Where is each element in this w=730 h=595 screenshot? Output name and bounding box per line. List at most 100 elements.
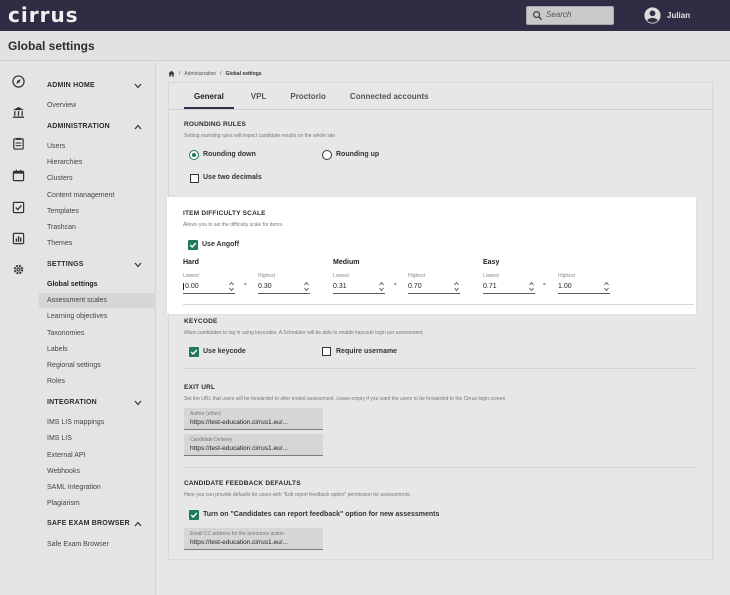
rounding-down-label[interactable]: Rounding down [203,151,256,158]
sidebar-item-users[interactable]: Users [47,143,65,150]
sidebar-item-ims-lis[interactable]: IMS LIS [47,435,72,442]
item-difficulty-panel: ITEM DIFFICULTY SCALE Allows you to set … [167,197,696,314]
checkbox-list-icon[interactable] [12,201,25,214]
user-name[interactable]: Julian [667,11,690,20]
two-decimals-label[interactable]: Use two decimals [203,174,262,181]
medium-lowest-input[interactable]: 0.31 [333,280,385,294]
chart-icon[interactable] [12,232,25,245]
spinner-arrows-icon[interactable] [454,281,459,292]
breadcrumb-separator: / [220,70,222,77]
sidebar-item-labels[interactable]: Labels [47,346,68,353]
easy-lowest-value[interactable]: 0.71 [483,283,497,290]
sidebar-item-hierarchies[interactable]: Hierarchies [47,159,82,166]
sidebar-item-safe-exam-browser[interactable]: Safe Exam Browser [47,541,109,548]
rounding-rules-title: ROUNDING RULES [184,121,247,128]
rounding-up-radio[interactable] [322,150,332,160]
hard-lowest-value[interactable]: 0.00 [183,283,199,290]
rounding-down-radio[interactable] [189,150,199,160]
require-username-checkbox[interactable] [322,347,331,356]
sidebar-item-ims-lis-mappings[interactable]: IMS LIS mappings [47,419,104,426]
use-angoff-label[interactable]: Use Angoff [202,241,239,248]
spinner-arrows-icon[interactable] [304,281,309,292]
sidebar-item-themes[interactable]: Themes [47,240,72,247]
sidebar-section-integration[interactable]: INTEGRATION [47,399,97,406]
user-avatar-icon[interactable] [644,7,661,24]
tab-bar: General VPL Proctorio Connected accounts [184,88,439,109]
tab-general[interactable]: General [184,88,234,109]
tab-connected-accounts[interactable]: Connected accounts [336,88,439,109]
home-icon[interactable] [168,70,175,77]
use-keycode-checkbox[interactable] [189,347,199,357]
sidebar-item-regional-settings[interactable]: Regional settings [47,362,101,369]
sidebar-item-trashcan[interactable]: Trashcan [47,224,76,231]
difficulty-group-easy: Easy [483,259,500,266]
clipboard-icon[interactable] [12,137,25,150]
exit-url-candidate-field[interactable]: Candidate Delivery https://test-educatio… [184,434,323,456]
sidebar-section-settings[interactable]: SETTINGS [47,261,84,268]
feedback-option-checkbox[interactable] [189,510,199,520]
feedback-email-field[interactable]: Email CC address for the announce action… [184,528,323,550]
sidebar-item-assessment-scales[interactable]: Assessment scales [47,297,107,304]
feedback-option-label[interactable]: Turn on "Candidates can report feedback"… [203,511,439,518]
medium-lowest-value[interactable]: 0.31 [333,283,347,290]
tab-divider [169,109,712,110]
rounding-up-label[interactable]: Rounding up [336,151,379,158]
exit-url-author-value[interactable]: https://test-education.cirrus1.eu/... [190,419,288,426]
tab-vpl[interactable]: VPL [234,88,277,109]
sidebar-item-external-api[interactable]: External API [47,452,86,459]
top-bar: cirrus Search Julian [0,0,730,31]
search-input[interactable]: Search [546,10,571,19]
breadcrumb-administration[interactable]: Administration [184,71,216,77]
hard-highest-input[interactable]: 0.30 [258,280,310,294]
institution-icon[interactable] [12,106,25,119]
medium-highest-input[interactable]: 0.70 [408,280,460,294]
hard-highest-value[interactable]: 0.30 [258,283,272,290]
use-angoff-checkbox[interactable] [188,240,198,250]
sidebar-section-admin-home[interactable]: ADMIN HOME [47,82,95,89]
search-box[interactable]: Search [526,6,614,25]
use-keycode-label[interactable]: Use keycode [203,348,246,355]
chevron-down-icon[interactable] [134,262,142,268]
tab-proctorio[interactable]: Proctorio [276,88,336,109]
compass-icon[interactable] [12,75,25,88]
sidebar-item-clusters[interactable]: Clusters [47,175,73,182]
medium-lowest-label: Lowest [333,273,349,279]
feedback-title: CANDIDATE FEEDBACK DEFAULTS [184,480,301,487]
chevron-down-icon[interactable] [134,83,142,89]
sidebar-item-webhooks[interactable]: Webhooks [47,468,80,475]
easy-lowest-input[interactable]: 0.71 [483,280,535,294]
require-username-label[interactable]: Require username [336,348,397,355]
cirrus-logo[interactable]: cirrus [8,3,79,27]
sidebar-section-administration[interactable]: ADMINISTRATION [47,123,110,130]
sidebar-item-learning-objectives[interactable]: Learning objectives [47,313,107,320]
exit-url-candidate-value[interactable]: https://test-education.cirrus1.eu/... [190,445,288,452]
easy-highest-value[interactable]: 1.00 [558,283,572,290]
spinner-arrows-icon[interactable] [379,281,384,292]
feedback-email-value[interactable]: https://test-education.cirrus1.eu/... [190,539,288,546]
section-divider [183,304,694,305]
sidebar-item-saml-integration[interactable]: SAML Integration [47,484,101,491]
sidebar-item-templates[interactable]: Templates [47,208,79,215]
chevron-up-icon[interactable] [134,521,142,527]
gear-icon[interactable] [12,263,25,276]
spinner-arrows-icon[interactable] [604,281,609,292]
sidebar-item-taxonomies[interactable]: Taxonomies [47,330,84,337]
sidebar-item-content-management[interactable]: Content management [47,192,114,199]
sidebar-section-safe-exam-browser[interactable]: SAFE EXAM BROWSER [47,520,130,527]
spinner-arrows-icon[interactable] [229,281,234,292]
spinner-arrows-icon[interactable] [529,281,534,292]
sidebar-item-overview[interactable]: Overview [47,102,76,109]
sidebar-item-plagiarism[interactable]: Plagiarism [47,500,80,507]
sidebar-item-roles[interactable]: Roles [47,378,65,385]
medium-highest-value[interactable]: 0.70 [408,283,422,290]
easy-highest-input[interactable]: 1.00 [558,280,610,294]
sidebar-item-global-settings[interactable]: Global settings [47,281,98,288]
exit-url-author-field[interactable]: Author (other) https://test-education.ci… [184,408,323,430]
hard-lowest-input[interactable]: 0.00 [183,280,235,294]
two-decimals-checkbox[interactable] [190,174,199,183]
chevron-down-icon[interactable] [134,400,142,406]
calendar-icon[interactable] [12,169,25,182]
search-icon [533,11,543,21]
section-divider [184,368,696,369]
chevron-up-icon[interactable] [134,124,142,130]
